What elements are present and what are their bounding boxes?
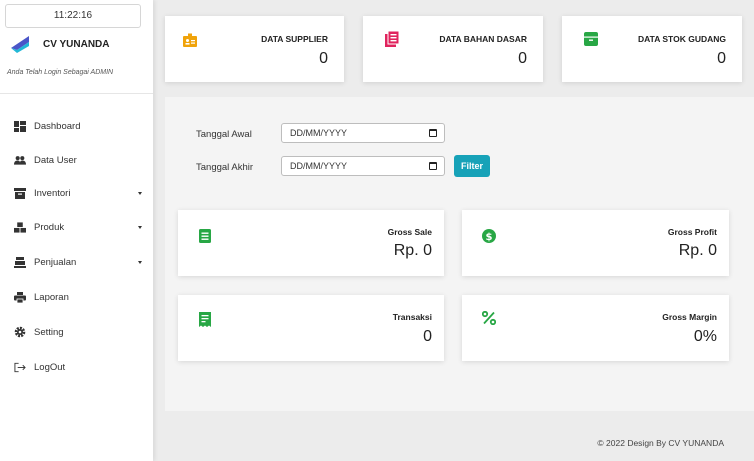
- printer-icon: [14, 291, 26, 303]
- gross-sale-card[interactable]: Gross Sale Rp. 0: [178, 210, 444, 276]
- logout-icon: [14, 361, 26, 373]
- percent-icon: [481, 310, 497, 328]
- users-icon: [14, 154, 26, 166]
- end-date-label: Tanggal Akhir: [196, 162, 254, 173]
- chevron-down-icon: [138, 225, 142, 229]
- supplier-card[interactable]: DATA SUPPLIER 0: [165, 16, 344, 82]
- cash-register-icon: [14, 256, 26, 268]
- clock: 11:22:16: [5, 4, 141, 28]
- gear-icon: [14, 326, 26, 338]
- start-date-placeholder: DD/MM/YYYY: [290, 128, 348, 138]
- card-title: DATA SUPPLIER: [261, 34, 328, 44]
- sidebar-divider: [0, 93, 153, 94]
- brand[interactable]: CV YUNANDA: [9, 32, 110, 56]
- gross-margin-card[interactable]: Gross Margin 0%: [462, 295, 729, 361]
- card-title: DATA STOK GUDANG: [638, 34, 726, 44]
- chevron-down-icon: [138, 191, 142, 195]
- end-date-input[interactable]: DD/MM/YYYY: [281, 156, 445, 176]
- svg-text:$: $: [486, 232, 493, 243]
- stat-value: Rp. 0: [393, 242, 432, 259]
- login-note: Anda Telah Login Sebagai ADMIN: [7, 69, 114, 76]
- chevron-down-icon: [138, 260, 142, 264]
- nav-item-inventori[interactable]: Inventori: [0, 180, 153, 206]
- receipt-icon: [199, 312, 211, 330]
- nav-label: Produk: [34, 221, 65, 233]
- gross-profit-card[interactable]: $ Gross Profit Rp. 0: [462, 210, 729, 276]
- archive-box-icon: [584, 32, 598, 49]
- dashboard-icon: [14, 120, 26, 132]
- card-value: 0: [319, 50, 328, 67]
- start-date-label: Tanggal Awal: [196, 129, 252, 140]
- nav-item-dashboard[interactable]: Dashboard: [0, 113, 153, 139]
- nav-label: Inventori: [34, 187, 71, 199]
- list-icon: [199, 229, 211, 246]
- calendar-icon[interactable]: [429, 129, 437, 137]
- id-card-icon: [183, 33, 197, 50]
- nav-item-setting[interactable]: Setting: [0, 319, 153, 345]
- transaksi-card[interactable]: Transaksi 0: [178, 295, 444, 361]
- boxes-icon: [14, 221, 26, 233]
- brand-name: CV YUNANDA: [43, 38, 110, 50]
- list-box-icon: [385, 30, 400, 50]
- end-date-placeholder: DD/MM/YYYY: [290, 161, 348, 171]
- nav-label: Setting: [34, 326, 64, 338]
- filter-button[interactable]: Filter: [454, 155, 490, 177]
- start-date-input[interactable]: DD/MM/YYYY: [281, 123, 445, 143]
- nav-label: Penjualan: [34, 256, 77, 268]
- sidebar: 11:22:16 CV YUNANDA Anda Telah Login Seb…: [0, 0, 153, 461]
- stat-title: Gross Sale: [387, 227, 432, 237]
- stat-value: 0: [423, 328, 432, 345]
- calendar-icon[interactable]: [429, 162, 437, 170]
- stat-value: Rp. 0: [678, 242, 717, 259]
- bahan-dasar-card[interactable]: DATA BAHAN DASAR 0: [363, 16, 543, 82]
- footer-text: © 2022 Design By CV YUNANDA: [597, 438, 724, 448]
- stat-value: 0%: [693, 328, 717, 345]
- nav-item-data-user[interactable]: Data User: [0, 147, 153, 173]
- stat-title: Gross Margin: [662, 312, 717, 322]
- nav-item-produk[interactable]: Produk: [0, 214, 153, 240]
- nav-item-laporan[interactable]: Laporan: [0, 284, 153, 310]
- nav-item-logout[interactable]: LogOut: [0, 354, 153, 380]
- card-value: 0: [717, 50, 726, 67]
- dollar-circle-icon: $: [482, 229, 496, 246]
- nav-label: LogOut: [34, 361, 66, 373]
- nav-label: Dashboard: [34, 120, 81, 132]
- card-title: DATA BAHAN DASAR: [439, 34, 527, 44]
- nav-label: Laporan: [34, 291, 69, 303]
- stat-title: Transaksi: [392, 312, 432, 322]
- logo-icon: [11, 36, 29, 53]
- stat-title: Gross Profit: [667, 227, 717, 237]
- nav-item-penjualan[interactable]: Penjualan: [0, 249, 153, 275]
- nav-label: Data User: [34, 154, 77, 166]
- card-value: 0: [518, 50, 527, 67]
- archive-icon: [14, 187, 26, 199]
- stok-gudang-card[interactable]: DATA STOK GUDANG 0: [562, 16, 742, 82]
